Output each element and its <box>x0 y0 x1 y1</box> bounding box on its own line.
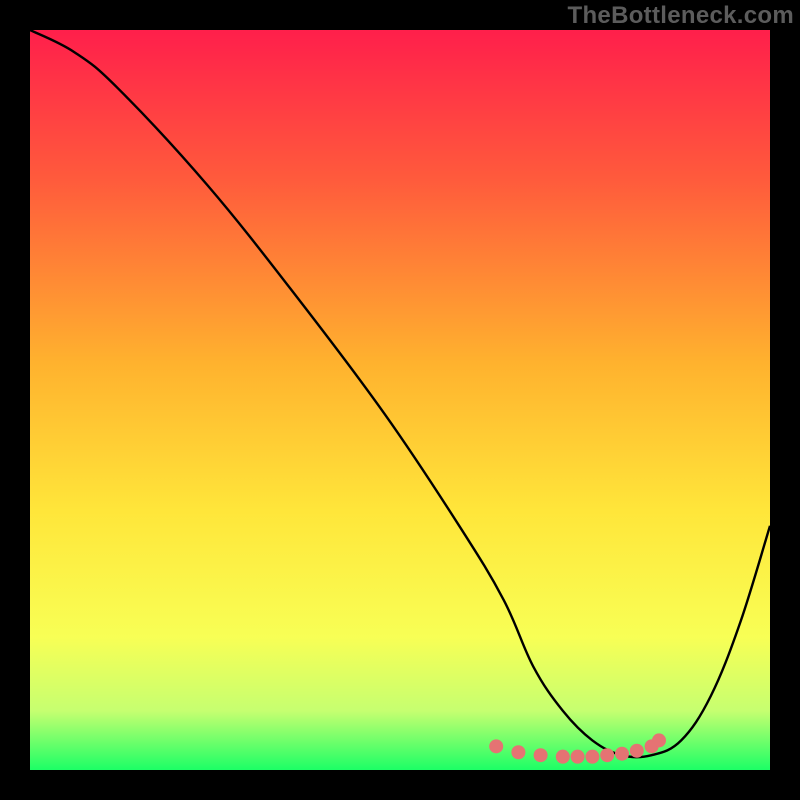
plot-area <box>30 30 770 770</box>
gradient-background <box>30 30 770 770</box>
trough-marker <box>600 748 614 762</box>
plot-svg <box>30 30 770 770</box>
trough-marker <box>615 747 629 761</box>
trough-marker <box>652 733 666 747</box>
watermark-label: TheBottleneck.com <box>568 2 794 30</box>
trough-marker <box>511 745 525 759</box>
trough-marker <box>489 739 503 753</box>
trough-marker <box>534 748 548 762</box>
chart-frame: TheBottleneck.com <box>0 0 800 800</box>
trough-marker <box>585 750 599 764</box>
trough-marker <box>571 750 585 764</box>
trough-marker <box>630 744 644 758</box>
trough-marker <box>556 750 570 764</box>
